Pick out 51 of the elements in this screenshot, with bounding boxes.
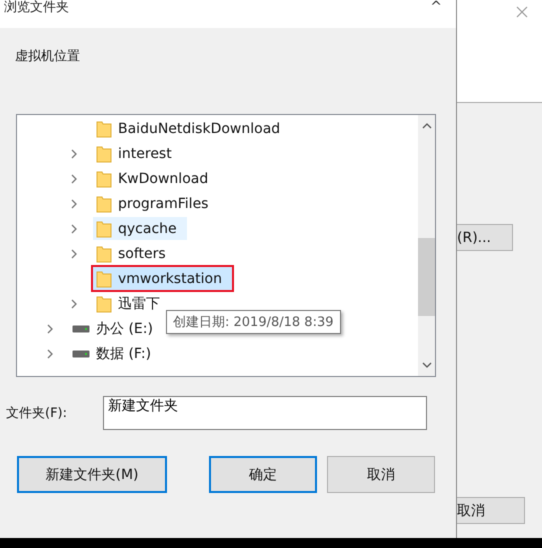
- tree-row[interactable]: 数据 (F:): [17, 341, 162, 366]
- chevron-icon[interactable]: [69, 174, 79, 184]
- chevron-icon[interactable]: [69, 298, 79, 308]
- tree-row[interactable]: qycache: [17, 216, 187, 241]
- tree-row[interactable]: KwDownload: [17, 166, 218, 191]
- tree-row[interactable]: BaiduNetdiskDownload: [17, 116, 290, 141]
- tree-item[interactable]: programFiles: [93, 192, 218, 215]
- dialog-button[interactable]: 新建文件夹(M): [17, 456, 167, 493]
- chevron-icon[interactable]: [69, 248, 79, 258]
- tree-item[interactable]: qycache: [93, 217, 187, 240]
- scroll-up-icon[interactable]: [422, 121, 432, 131]
- drive-icon: [72, 324, 90, 332]
- tree-row[interactable]: programFiles: [17, 191, 218, 216]
- folder-icon: [96, 270, 112, 288]
- scrollbar[interactable]: [418, 115, 435, 376]
- tree-row[interactable]: interest: [17, 141, 182, 166]
- tree-item[interactable]: KwDownload: [93, 167, 218, 190]
- folder-icon: [96, 220, 112, 238]
- folder-icon: [96, 144, 112, 162]
- scroll-down-icon[interactable]: [422, 360, 432, 370]
- chevron-icon[interactable]: [69, 224, 79, 234]
- chevron-icon[interactable]: [45, 348, 55, 358]
- folder-input[interactable]: 新建文件夹: [103, 396, 427, 430]
- browse-button[interactable]: (R)...: [457, 224, 513, 251]
- tooltip: 创建日期: 2019/8/18 8:39: [166, 310, 340, 334]
- close-icon[interactable]: [516, 6, 528, 18]
- window-title: 浏览文件夹: [4, 0, 69, 16]
- tree-row[interactable]: 办公 (E:): [17, 316, 163, 341]
- tree-item[interactable]: vmworkstation: [93, 267, 232, 290]
- tree-row[interactable]: vmworkstation: [17, 266, 232, 291]
- tree-item[interactable]: BaiduNetdiskDownload: [93, 117, 290, 140]
- drive-icon: [72, 350, 90, 358]
- dialog-button[interactable]: 确定: [209, 456, 317, 493]
- prompt-text: 虚拟机位置: [15, 48, 81, 65]
- folder-label: 文件夹(F):: [6, 405, 68, 422]
- folder-icon: [96, 170, 112, 188]
- tree-item[interactable]: interest: [93, 142, 182, 165]
- chevron-icon[interactable]: [69, 148, 79, 158]
- tree-item[interactable]: softers: [93, 242, 176, 265]
- tree-item[interactable]: 办公 (E:): [69, 317, 163, 340]
- folder-icon: [96, 244, 112, 262]
- chevron-icon[interactable]: [69, 198, 79, 208]
- cancel-button[interactable]: 取消: [457, 497, 525, 524]
- tree-row[interactable]: softers: [17, 241, 176, 266]
- folder-icon: [96, 194, 112, 212]
- collapse-button[interactable]: ^: [430, 0, 442, 14]
- tree-item[interactable]: 数据 (F:): [69, 342, 162, 365]
- folder-icon: [96, 120, 112, 138]
- chevron-icon[interactable]: [45, 324, 55, 334]
- dialog-button[interactable]: 取消: [327, 456, 435, 493]
- folder-icon: [96, 294, 112, 312]
